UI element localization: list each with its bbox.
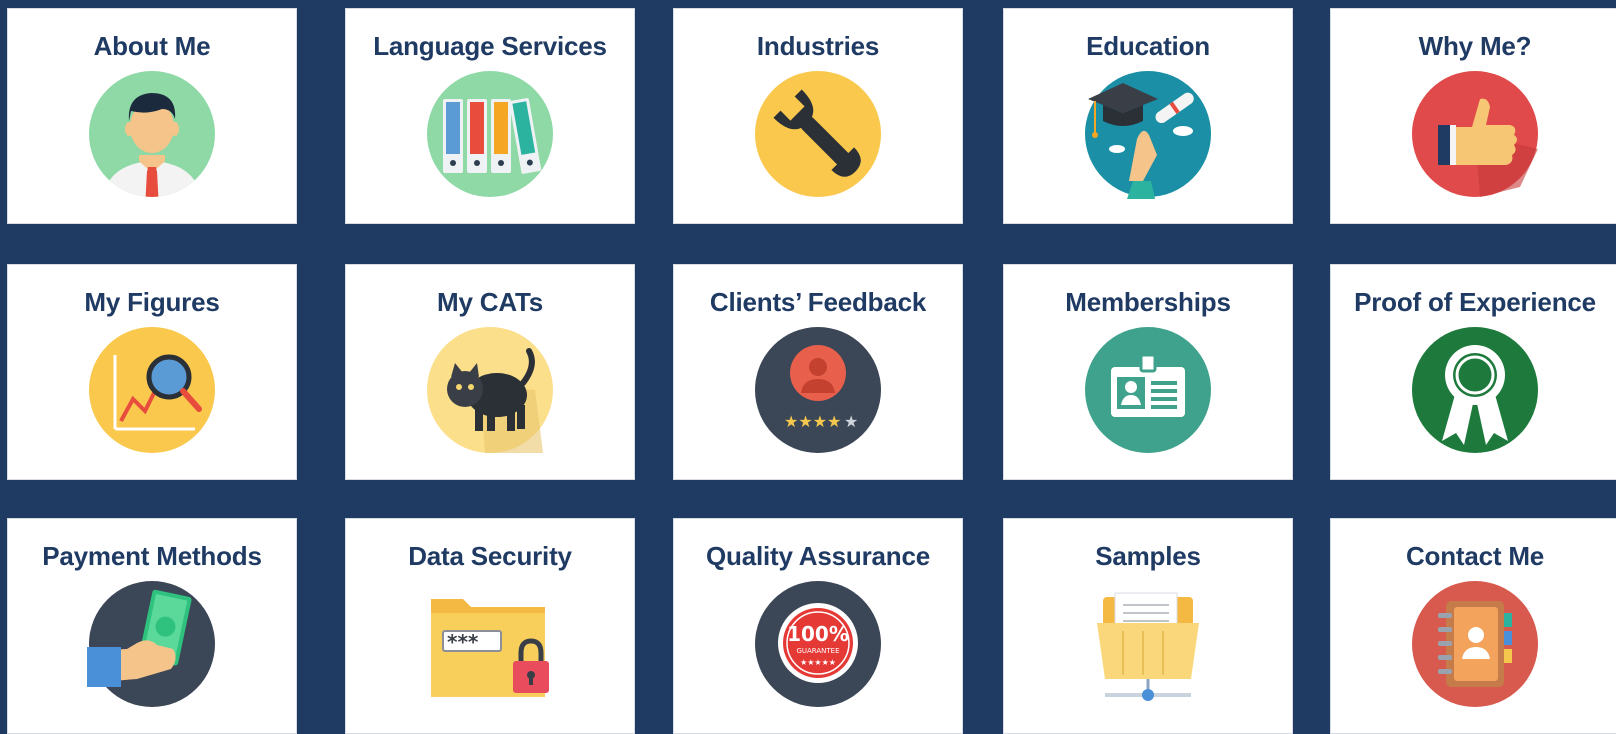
tile-about-me[interactable]: About Me bbox=[7, 8, 297, 224]
tile-my-cats[interactable]: My CATs bbox=[345, 264, 635, 480]
guarantee-label: GUARANTEE bbox=[796, 647, 839, 655]
tile-my-figures[interactable]: My Figures bbox=[7, 264, 297, 480]
tile-education[interactable]: Education bbox=[1003, 8, 1293, 224]
guarantee-seal-icon: 100% GUARANTEE ★★★★★ bbox=[755, 581, 881, 707]
award-ribbon-icon bbox=[1412, 327, 1538, 453]
tile-quality-assurance[interactable]: Quality Assurance 100% GUARANTEE ★★★★★ bbox=[673, 518, 963, 734]
person-icon bbox=[89, 71, 215, 197]
thumbs-up-icon bbox=[1412, 71, 1538, 197]
tile-title: Why Me? bbox=[1418, 31, 1532, 61]
tile-language-services[interactable]: Language Services bbox=[345, 8, 635, 224]
address-book-icon bbox=[1412, 581, 1538, 707]
tile-title: Data Security bbox=[408, 541, 572, 571]
tile-samples[interactable]: Samples bbox=[1003, 518, 1293, 734]
graduation-cap-icon bbox=[1085, 71, 1211, 199]
tile-title: Proof of Experience bbox=[1354, 287, 1596, 317]
wrench-icon bbox=[755, 71, 881, 197]
rating-user-icon: ★★★★ ★ bbox=[755, 327, 881, 453]
tile-title: My CATs bbox=[437, 287, 543, 317]
id-card-icon bbox=[1085, 327, 1211, 453]
tile-why-me[interactable]: Why Me? bbox=[1330, 8, 1616, 224]
tile-payment-methods[interactable]: Payment Methods bbox=[7, 518, 297, 734]
password-mask: *** bbox=[447, 630, 479, 654]
tile-title: My Figures bbox=[84, 287, 220, 317]
svg-text:★: ★ bbox=[844, 412, 858, 431]
locked-folder-icon: *** bbox=[431, 599, 549, 697]
svg-text:★★★★: ★★★★ bbox=[784, 412, 841, 431]
tile-clients-feedback[interactable]: Clients’ Feedback ★★★★ ★ bbox=[673, 264, 963, 480]
tile-title: Samples bbox=[1095, 541, 1201, 571]
tile-title: Contact Me bbox=[1405, 541, 1545, 571]
chart-magnifier-icon bbox=[89, 327, 215, 453]
guarantee-percent: 100% bbox=[787, 622, 849, 646]
tile-title: Language Services bbox=[373, 31, 607, 61]
tile-title: Memberships bbox=[1065, 287, 1231, 317]
shared-folder-icon bbox=[1097, 592, 1199, 701]
tile-title: About Me bbox=[93, 31, 211, 61]
tile-memberships[interactable]: Memberships bbox=[1003, 264, 1293, 480]
tile-title: Clients’ Feedback bbox=[709, 287, 927, 317]
cat-icon bbox=[427, 327, 553, 453]
tile-proof-of-experience[interactable]: Proof of Experience bbox=[1330, 264, 1616, 480]
cash-hand-icon bbox=[87, 581, 215, 707]
tile-title: Education bbox=[1086, 31, 1210, 61]
binders-icon bbox=[427, 71, 553, 197]
tile-title: Quality Assurance bbox=[706, 541, 930, 571]
svg-text:★★★★★: ★★★★★ bbox=[800, 658, 836, 667]
tile-title: Industries bbox=[756, 31, 880, 61]
tile-industries[interactable]: Industries bbox=[673, 8, 963, 224]
tile-data-security[interactable]: Data Security *** bbox=[345, 518, 635, 734]
tile-title: Payment Methods bbox=[42, 541, 262, 571]
tile-contact-me[interactable]: Contact Me bbox=[1330, 518, 1616, 734]
